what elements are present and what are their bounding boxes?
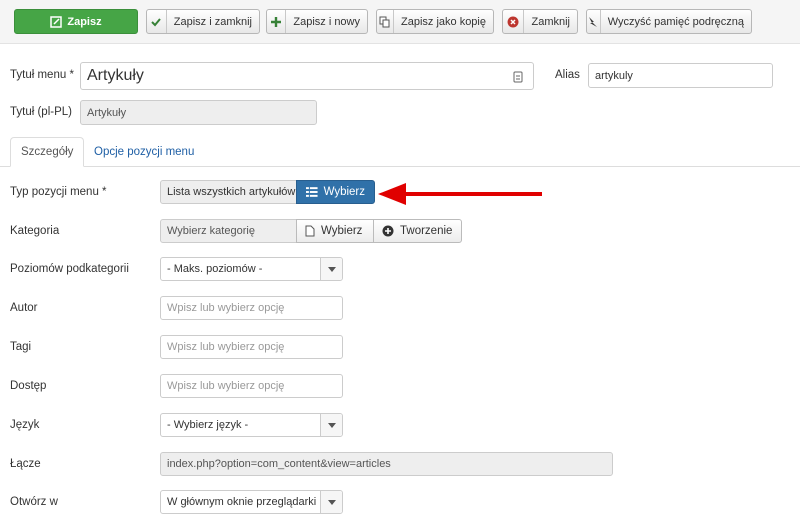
- save-button-label: Zapisz: [67, 15, 102, 28]
- save-copy-button[interactable]: Zapisz jako kopię: [376, 9, 494, 34]
- save-new-label: Zapisz i nowy: [293, 15, 360, 28]
- alias-label: Alias: [555, 69, 580, 81]
- chevron-down-icon: [320, 491, 342, 513]
- open-in-select[interactable]: W głównym oknie przeglądarki: [160, 490, 343, 514]
- title-lang-value: Artykuły: [87, 106, 127, 119]
- tags-input[interactable]: Wpisz lub wybierz opcję: [160, 335, 343, 359]
- author-label: Autor: [10, 302, 38, 314]
- clear-cache-label: Wyczyść pamięć podręczną: [607, 15, 744, 28]
- lightning-icon: [587, 10, 601, 33]
- author-placeholder: Wpisz lub wybierz opcję: [167, 302, 285, 314]
- alias-input[interactable]: artykuly: [588, 63, 773, 88]
- edit-icon: [50, 15, 63, 28]
- alias-value: artykuly: [595, 69, 633, 82]
- tags-placeholder: Wpisz lub wybierz opcję: [167, 341, 285, 353]
- annotation-arrow: [378, 183, 542, 205]
- access-placeholder: Wpisz lub wybierz opcję: [167, 380, 285, 392]
- save-copy-label: Zapisz jako kopię: [401, 15, 486, 28]
- close-circle-icon: [503, 10, 525, 33]
- levels-select[interactable]: - Maks. poziomów -: [160, 257, 343, 281]
- menu-type-label: Typ pozycji menu *: [10, 186, 107, 198]
- menu-type-value: Lista wszystkich artykułów: [167, 186, 296, 198]
- access-input[interactable]: Wpisz lub wybierz opcję: [160, 374, 343, 398]
- menu-type-field: Lista wszystkich artykułów: [160, 180, 297, 204]
- title-lang-field: Artykuły: [80, 100, 317, 125]
- save-button[interactable]: Zapisz: [14, 9, 138, 34]
- save-close-label: Zapisz i zamknij: [173, 15, 252, 28]
- clear-cache-button[interactable]: Wyczyść pamięć podręczną: [586, 9, 752, 34]
- author-input[interactable]: Wpisz lub wybierz opcję: [160, 296, 343, 320]
- file-icon: [305, 225, 315, 237]
- chevron-down-icon: [320, 258, 342, 280]
- category-label: Kategoria: [10, 225, 60, 237]
- category-value: Wybierz kategorię: [167, 225, 255, 237]
- language-select[interactable]: - Wybierz język -: [160, 413, 343, 437]
- title-value: Artykuły: [87, 67, 144, 84]
- levels-value: - Maks. poziomów -: [167, 263, 263, 275]
- title-lang-label: Tytuł (pl-PL): [10, 106, 72, 118]
- category-field: Wybierz kategorię: [160, 219, 297, 243]
- check-icon: [147, 10, 167, 33]
- language-value: - Wybierz język -: [167, 419, 249, 431]
- category-create-button[interactable]: Tworzenie: [373, 219, 462, 243]
- tags-label: Tagi: [10, 341, 32, 353]
- autofill-icon: [513, 70, 523, 88]
- title-label: Tytuł menu *: [10, 69, 74, 81]
- toolbar: Zapisz Zapisz i zamknij Zapisz i nowy Za…: [0, 0, 800, 44]
- tab-details[interactable]: Szczegóły: [10, 137, 85, 167]
- tab-menu-item-options-label: Opcje pozycji menu: [94, 146, 195, 158]
- list-icon: [306, 187, 318, 197]
- category-create-label: Tworzenie: [400, 225, 453, 237]
- category-select-button[interactable]: Wybierz: [296, 219, 374, 243]
- access-label: Dostęp: [10, 380, 47, 392]
- link-field: index.php?option=com_content&view=articl…: [160, 452, 613, 476]
- copy-icon: [377, 10, 394, 33]
- close-button[interactable]: Zamknij: [502, 9, 578, 34]
- open-in-label: Otwórz w: [10, 496, 58, 508]
- open-in-value: W głównym oknie przeglądarki: [167, 496, 317, 508]
- category-select-label: Wybierz: [321, 225, 363, 237]
- link-label: Łącze: [10, 458, 41, 470]
- chevron-down-icon: [320, 414, 342, 436]
- title-input[interactable]: Artykuły: [80, 62, 534, 90]
- menu-type-select-label: Wybierz: [323, 186, 365, 198]
- plus-circle-icon: [382, 225, 394, 237]
- tab-menu-item-options[interactable]: Opcje pozycji menu: [84, 137, 204, 167]
- save-new-button[interactable]: Zapisz i nowy: [266, 9, 368, 34]
- plus-icon: [267, 10, 287, 33]
- language-label: Język: [10, 419, 40, 431]
- menu-type-select-button[interactable]: Wybierz: [296, 180, 375, 204]
- save-close-button[interactable]: Zapisz i zamknij: [146, 9, 260, 34]
- link-value: index.php?option=com_content&view=articl…: [167, 458, 391, 470]
- close-label: Zamknij: [531, 15, 570, 28]
- tab-details-label: Szczegóły: [21, 146, 74, 158]
- levels-label: Poziomów podkategorii: [10, 263, 129, 275]
